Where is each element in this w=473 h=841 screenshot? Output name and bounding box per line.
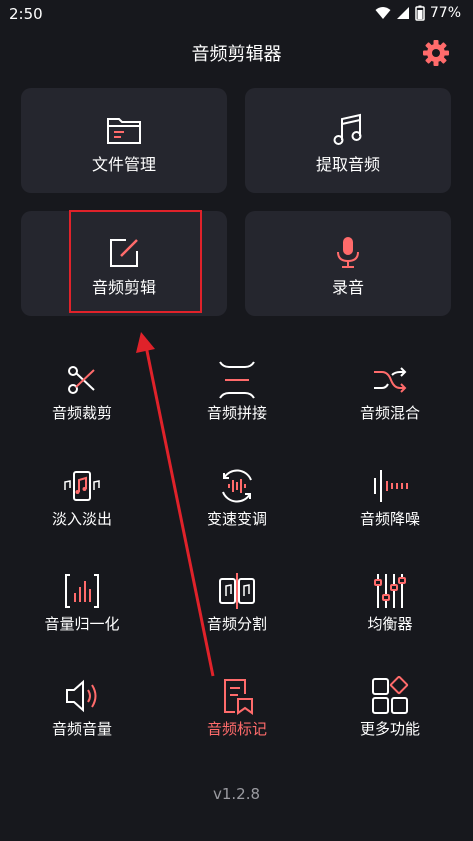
tool-audio-volume[interactable]: 音频音量 xyxy=(7,676,157,756)
tool-more-features[interactable]: 更多功能 xyxy=(315,676,465,756)
tool-fade[interactable]: 淡入淡出 xyxy=(7,466,157,546)
card-label: 提取音频 xyxy=(315,155,380,174)
signal-icon xyxy=(396,7,409,19)
normalize-icon xyxy=(65,574,99,608)
highlight-box xyxy=(69,210,202,313)
speed-icon xyxy=(222,469,252,503)
tool-label: 音量归一化 xyxy=(44,615,120,633)
fade-icon xyxy=(64,471,100,501)
card-label: 文件管理 xyxy=(91,155,156,174)
tool-label: 音频裁剪 xyxy=(51,404,112,422)
tool-label: 淡入淡出 xyxy=(51,510,112,528)
tool-label: 音频混合 xyxy=(359,404,420,422)
microphone-icon xyxy=(337,237,359,268)
status-time: 2:50 xyxy=(9,5,43,23)
app-version: v1.2.8 xyxy=(212,785,261,803)
card-record[interactable]: 录音 xyxy=(245,211,451,316)
tool-audio-mix[interactable]: 音频混合 xyxy=(315,360,465,440)
card-label: 录音 xyxy=(331,278,364,297)
tool-equalizer[interactable]: 均衡器 xyxy=(315,571,465,651)
split-icon xyxy=(219,573,255,609)
status-bar: 2:50 77% xyxy=(0,0,473,28)
gear-icon[interactable] xyxy=(421,38,451,68)
tool-label: 变速变调 xyxy=(206,510,267,528)
shuffle-icon xyxy=(374,367,407,393)
tool-normalize[interactable]: 音量归一化 xyxy=(7,571,157,651)
apps-icon xyxy=(372,676,409,714)
card-extract-audio[interactable]: 提取音频 xyxy=(245,88,451,193)
tool-audio-join[interactable]: 音频拼接 xyxy=(162,360,312,440)
tool-speed-pitch[interactable]: 变速变调 xyxy=(162,466,312,546)
status-icons: 77% xyxy=(375,5,461,21)
join-icon xyxy=(219,361,255,399)
wifi-icon xyxy=(375,7,391,19)
tool-label: 均衡器 xyxy=(367,615,413,633)
tool-audio-split[interactable]: 音频分割 xyxy=(162,571,312,651)
speaker-icon xyxy=(66,679,97,713)
tool-label: 更多功能 xyxy=(359,720,420,738)
page-title: 音频剪辑器 xyxy=(191,44,282,65)
battery-level: 77% xyxy=(429,5,461,21)
waveform-icon xyxy=(374,470,408,502)
battery-icon xyxy=(415,5,425,21)
tool-label: 音频降噪 xyxy=(359,510,420,528)
folder-icon xyxy=(107,118,141,144)
tool-label: 音频分割 xyxy=(206,615,267,633)
tool-label: 音频标记 xyxy=(206,720,267,738)
tool-audio-trim[interactable]: 音频裁剪 xyxy=(7,360,157,440)
tool-label: 音频拼接 xyxy=(206,404,267,422)
tool-audio-marker[interactable]: 音频标记 xyxy=(162,676,312,756)
card-file-manager[interactable]: 文件管理 xyxy=(21,88,227,193)
equalizer-icon xyxy=(374,574,406,608)
tool-noise-reduction[interactable]: 音频降噪 xyxy=(315,466,465,546)
tool-label: 音频音量 xyxy=(51,720,112,738)
music-note-icon xyxy=(333,113,362,145)
marker-icon xyxy=(224,679,253,715)
scissors-icon xyxy=(68,366,95,394)
